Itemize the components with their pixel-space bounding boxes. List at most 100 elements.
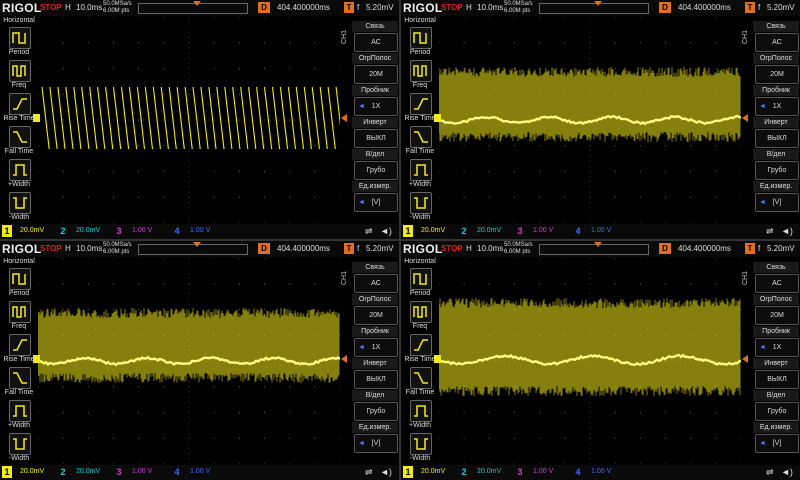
measure-label: Freq (412, 82, 428, 89)
channel4-button[interactable]: 4 (573, 225, 583, 237)
channel2-button[interactable]: 2 (459, 225, 469, 237)
channel2-button[interactable]: 2 (459, 466, 469, 478)
fall-time-icon (9, 367, 31, 389)
channel-menu: Связь AC ОгрПолос 20M Пробник ◄ 1X Инверт ВЫКЛ В/… (352, 17, 398, 223)
measure-label: Period (409, 49, 431, 56)
channel1-button[interactable]: 1 (2, 225, 12, 237)
memory-depth: 6.00M pts (504, 8, 531, 14)
channel-menu-label: ОгрПолос (352, 53, 398, 64)
channel3-button[interactable]: 3 (515, 466, 525, 478)
trigger-position-marker (594, 242, 602, 247)
channel-menu-value[interactable]: Грубо (755, 161, 799, 180)
channel-menu-label: Пробник (753, 85, 799, 96)
channel-menu-label: ОгрПолос (753, 294, 799, 305)
channel-menu-value[interactable]: ◄ [V] (354, 434, 398, 453)
channel2-button[interactable]: 2 (58, 466, 68, 478)
run-status[interactable]: STOP (441, 244, 463, 253)
channel-menu-value[interactable]: ВЫКЛ (354, 129, 398, 148)
waveform-svg (37, 16, 344, 224)
waveform-svg (438, 16, 742, 224)
channel-menu-value[interactable]: AC (354, 33, 398, 52)
run-status[interactable]: STOP (40, 244, 62, 253)
channel1-button[interactable]: 1 (2, 466, 12, 478)
noise-band (37, 308, 340, 383)
channel4-button[interactable]: 4 (172, 225, 182, 237)
status-bar: RIGOL STOP H 10.0ms 50.0MSa/s 6.00M pts … (401, 241, 800, 257)
fall-time-icon (9, 126, 31, 148)
channel-menu-value-text: 20M (770, 312, 784, 319)
horizontal-label: H (65, 244, 71, 253)
pos-width-icon (410, 159, 432, 181)
measure-label: Period (409, 290, 431, 297)
channel-menu-label: В/дел (753, 390, 799, 401)
trigger-level-marker (742, 114, 748, 122)
channel-menu-value[interactable]: 20M (755, 65, 799, 84)
brand-logo: RIGOL (2, 1, 42, 15)
channel-menu-value[interactable]: 20M (755, 306, 799, 325)
channel-menu-value[interactable]: 20M (354, 65, 398, 84)
channel4-button[interactable]: 4 (573, 466, 583, 478)
channel-menu-value[interactable]: 20M (354, 306, 398, 325)
channel-menu-value[interactable]: ◄ 1X (354, 97, 398, 116)
channel-menu-value[interactable]: ◄ [V] (755, 434, 799, 453)
speaker-icon[interactable]: ◄) (781, 226, 793, 236)
channel3-scale: 1.00 V (132, 227, 153, 234)
channel2-button[interactable]: 2 (58, 225, 68, 237)
trigger-level-value: 5.20mV (767, 3, 795, 12)
sample-rate: 50.0MSa/s (504, 242, 533, 248)
waveform-svg (37, 257, 341, 465)
delay-badge: D (258, 2, 270, 13)
speaker-icon[interactable]: ◄) (380, 226, 392, 236)
channel1-offset-marker (434, 355, 441, 363)
channel-menu-value[interactable]: ВЫКЛ (755, 129, 799, 148)
delay-value: 404.400000ms (277, 3, 330, 12)
trigger-level-value: 5.20mV (366, 244, 394, 253)
speaker-icon[interactable]: ◄) (781, 467, 793, 477)
delay-value: 404.400000ms (678, 244, 731, 253)
run-status[interactable]: STOP (441, 3, 463, 12)
trigger-position-marker (594, 1, 602, 6)
channel-menu-value[interactable]: ◄ [V] (755, 193, 799, 212)
sample-rate: 50.0MSa/s (103, 1, 132, 7)
channel3-button[interactable]: 3 (515, 225, 525, 237)
sample-info: 50.0MSa/s 6.00M pts (103, 1, 132, 15)
channel-menu-value[interactable]: Грубо (755, 402, 799, 421)
channel3-scale: 1.00 V (132, 468, 153, 475)
channel-menu-value[interactable]: AC (354, 274, 398, 293)
channel1-button[interactable]: 1 (403, 466, 413, 478)
scope-panel-bottom-right: RIGOL STOP H 10.0ms 50.0MSa/s 6.00M pts … (401, 241, 800, 480)
channel4-button[interactable]: 4 (172, 466, 182, 478)
channel-menu-label: Пробник (753, 326, 799, 337)
select-arrow-icon: ◄ (358, 103, 365, 110)
channel2-scale: 20.0mV (477, 468, 502, 475)
freq-icon (410, 60, 432, 82)
trigger-level-marker (742, 355, 748, 363)
channel-menu-value-text: 1X (772, 103, 782, 110)
channel-menu-value[interactable]: Грубо (354, 161, 398, 180)
rise-time-icon (9, 93, 31, 115)
channel-menu-label: В/дел (352, 149, 398, 160)
run-status[interactable]: STOP (40, 3, 62, 12)
channel-menu-value[interactable]: ВЫКЛ (354, 370, 398, 389)
channel3-button[interactable]: 3 (114, 225, 124, 237)
channel3-scale: 1.00 V (533, 468, 554, 475)
channel-menu-value[interactable]: ВЫКЛ (755, 370, 799, 389)
channel1-button[interactable]: 1 (403, 225, 413, 237)
channel-menu-value[interactable]: Грубо (354, 402, 398, 421)
channel-menu-value[interactable]: ◄ 1X (755, 97, 799, 116)
channel-menu-value[interactable]: ◄ 1X (354, 338, 398, 357)
sample-info: 50.0MSa/s 6.00M pts (504, 242, 533, 256)
channel-menu-value-text: ВЫКЛ (767, 376, 787, 383)
channel1-offset-marker (33, 114, 40, 122)
period-icon (410, 268, 432, 290)
channel-menu-value[interactable]: AC (755, 274, 799, 293)
channel-menu: Связь AC ОгрПолос 20M Пробник ◄ 1X Инверт ВЫКЛ В/… (753, 17, 799, 223)
measure-label: -Width (409, 214, 431, 221)
speaker-icon[interactable]: ◄) (380, 467, 392, 477)
channel-menu-value[interactable]: ◄ [V] (354, 193, 398, 212)
channel-menu-value[interactable]: ◄ 1X (755, 338, 799, 357)
channel3-button[interactable]: 3 (114, 466, 124, 478)
measure-label: Fall Time (4, 148, 34, 155)
channel-menu-label: ОгрПолос (352, 294, 398, 305)
channel-menu-value[interactable]: AC (755, 33, 799, 52)
